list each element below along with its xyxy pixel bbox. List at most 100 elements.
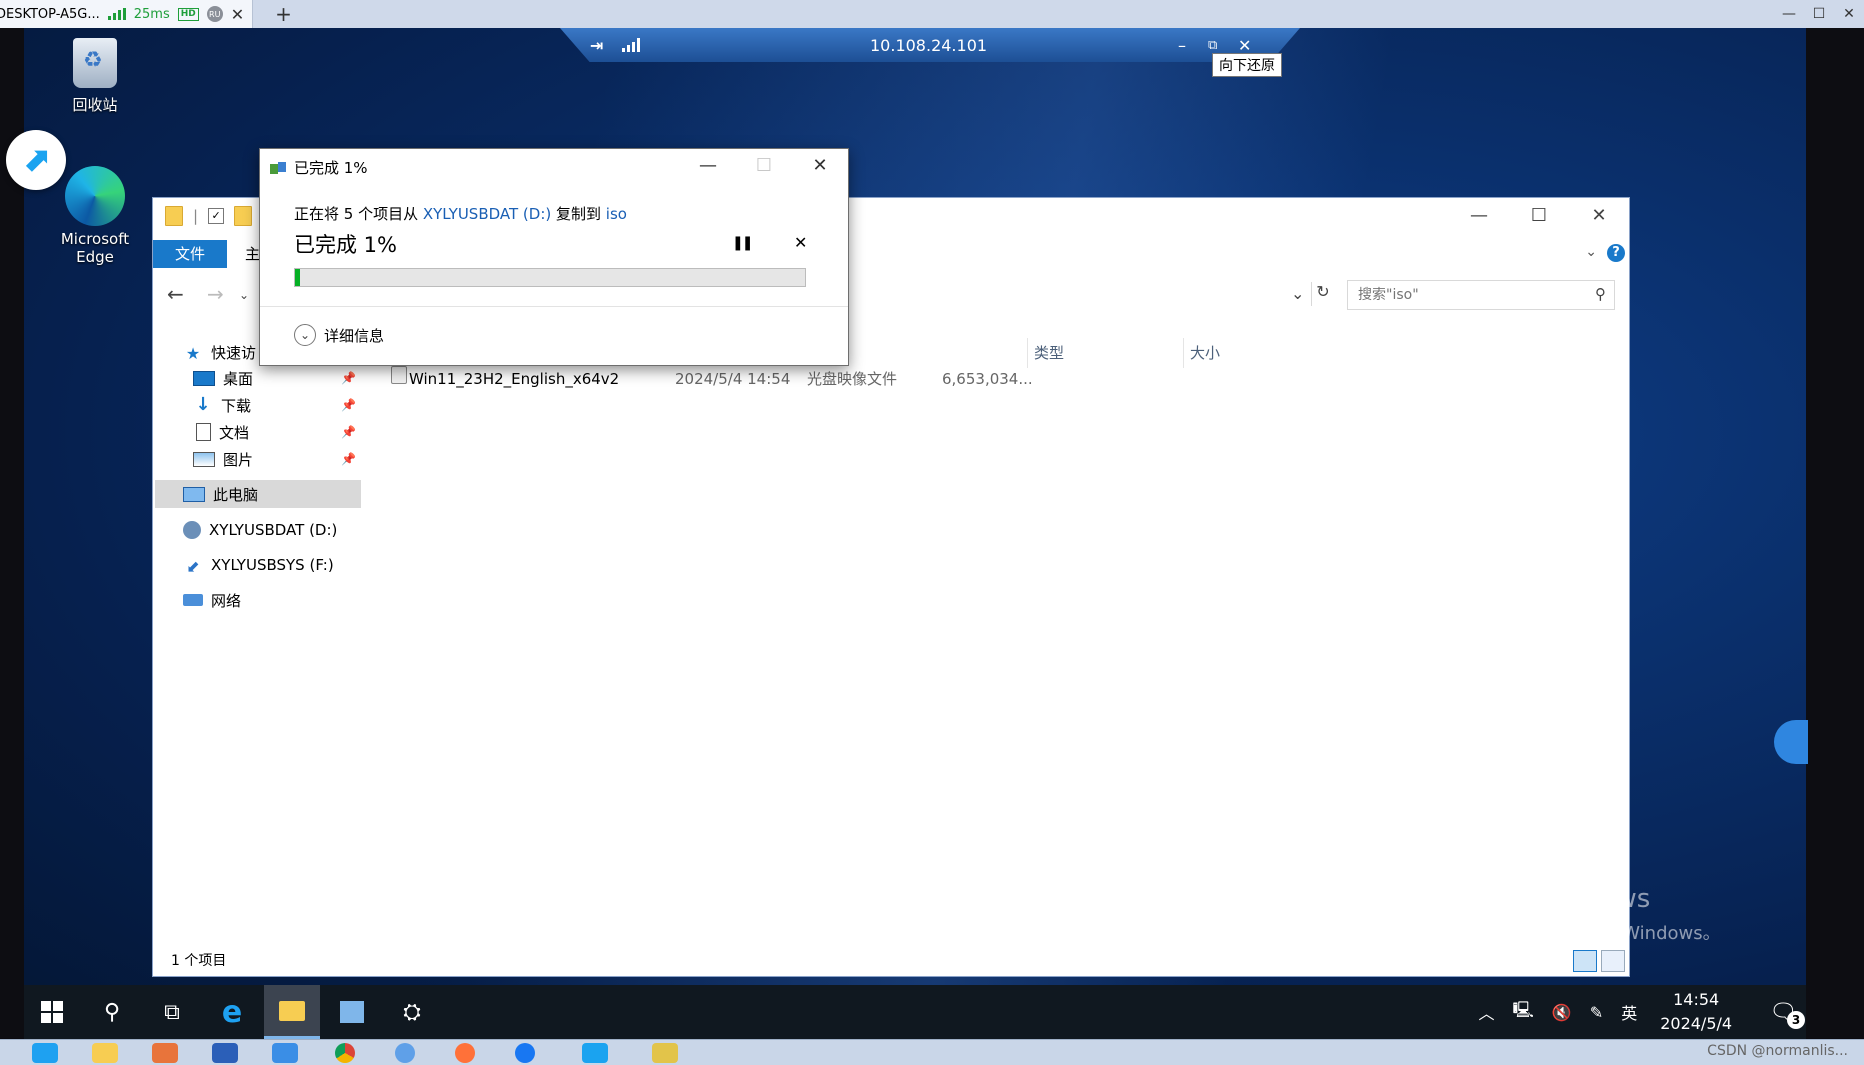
local-app-v-icon[interactable] — [200, 1042, 250, 1064]
pin-icon[interactable]: 📌 — [341, 371, 356, 385]
chevron-down-icon: ⌄ — [294, 324, 316, 346]
document-icon — [196, 423, 211, 441]
notification-center-icon[interactable]: 🗨 3 — [1769, 1000, 1805, 1029]
show-hidden-icons[interactable]: ︿ — [1478, 1000, 1494, 1024]
desktop-icon — [193, 370, 215, 386]
tab-file[interactable]: 文件 — [153, 240, 227, 268]
local-chrome-icon[interactable] — [320, 1042, 370, 1064]
folder-icon — [165, 206, 183, 226]
client-session-tab[interactable]: DESKTOP-A5G... 25ms HD RU ✕ — [0, 0, 254, 28]
cancel-button[interactable]: ✕ — [794, 233, 807, 252]
local-tool-icon[interactable] — [640, 1042, 690, 1064]
server-manager-icon[interactable] — [324, 985, 380, 1039]
explorer-maximize-button[interactable]: ☐ — [1509, 198, 1569, 234]
destination-link[interactable]: iso — [606, 205, 627, 223]
client-maximize-button[interactable]: ☐ — [1804, 0, 1834, 28]
search-icon[interactable]: ⚲ — [1595, 285, 1606, 303]
local-app-icon[interactable] — [380, 1042, 430, 1064]
nav-documents[interactable]: 文档 📌 — [193, 418, 403, 446]
explorer-minimize-button[interactable]: — — [1449, 198, 1509, 234]
task-view-icon[interactable]: ⧉ — [144, 985, 200, 1039]
file-date: 2024/5/4 14:54 — [675, 370, 791, 388]
help-icon[interactable]: ? — [1607, 244, 1625, 262]
file-row[interactable]: Win11_23H2_English_x64v2 2024/5/4 14:54 … — [391, 366, 1191, 392]
nav-label: XYLYUSBDAT (D:) — [209, 521, 338, 539]
dialog-minimize-button[interactable]: — — [680, 149, 736, 183]
local-firefox-icon[interactable] — [440, 1042, 490, 1064]
local-explorer-icon[interactable] — [80, 1042, 130, 1064]
column-type[interactable]: 类型 — [1027, 338, 1184, 368]
copy-progress-dialog[interactable]: 已完成 1% — ☐ ✕ 正在将 5 个项目从 XYLYUSBDAT (D:) … — [259, 148, 849, 366]
nav-drive-f[interactable]: ⬋ XYLYUSBSYS (F:) — [183, 551, 393, 579]
connection-signal-icon[interactable] — [622, 38, 640, 52]
copy-icon — [270, 161, 288, 174]
large-icons-view-button[interactable] — [1601, 950, 1625, 972]
explorer-window-controls: — ☐ ✕ — [1449, 198, 1629, 234]
pin-icon[interactable]: 📌 — [341, 425, 356, 439]
nav-drive-d[interactable]: XYLYUSBDAT (D:) — [183, 516, 393, 544]
rdp-minimize-button[interactable]: – — [1178, 36, 1186, 55]
search-box[interactable]: ⚲ — [1347, 280, 1615, 310]
local-media-icon[interactable] — [140, 1042, 190, 1064]
ime-indicator[interactable]: 英 — [1621, 1000, 1637, 1024]
pause-button[interactable]: ❚❚ — [732, 235, 754, 251]
tab-home[interactable]: 主 — [245, 240, 260, 268]
refresh-icon[interactable]: ↻ — [1311, 282, 1334, 306]
rdp-restore-button[interactable]: ⧉ — [1208, 38, 1217, 53]
remote-ip-label: 10.108.24.101 — [870, 35, 988, 55]
file-explorer-taskbar-icon[interactable] — [264, 985, 320, 1039]
pin-icon[interactable]: 📌 — [341, 452, 356, 466]
new-tab-button[interactable]: + — [275, 2, 292, 26]
nav-pictures[interactable]: 图片 📌 — [193, 445, 403, 473]
progress-bar — [294, 268, 806, 287]
recycle-bin-label: 回收站 — [72, 96, 118, 114]
todesk-floating-icon[interactable]: ⬈ — [6, 130, 66, 190]
clock-time: 14:54 — [1673, 990, 1720, 1009]
local-facebook-icon[interactable] — [500, 1042, 550, 1064]
local-todesk-icon[interactable] — [570, 1042, 620, 1064]
start-button[interactable] — [24, 985, 80, 1039]
client-close-button[interactable]: ✕ — [1834, 0, 1864, 28]
source-link[interactable]: XYLYUSBDAT (D:) — [423, 205, 551, 223]
column-size[interactable]: 大小 — [1183, 338, 1270, 368]
dialog-close-button[interactable]: ✕ — [792, 149, 848, 183]
nav-network[interactable]: 网络 — [183, 586, 393, 614]
explorer-close-button[interactable]: ✕ — [1569, 198, 1629, 234]
edge-shortcut[interactable]: Microsoft Edge — [50, 166, 140, 266]
details-view-button[interactable] — [1573, 950, 1597, 972]
pin-icon[interactable]: ⇥ — [590, 36, 603, 55]
network-status-icon[interactable]: 🖳 — [1513, 999, 1534, 1026]
new-folder-icon[interactable] — [234, 206, 253, 226]
ru-badge[interactable]: RU — [206, 6, 223, 22]
local-ie-icon[interactable] — [20, 1042, 70, 1064]
properties-icon[interactable]: ✓ — [208, 208, 225, 224]
dialog-window-controls: — ☐ ✕ — [680, 149, 848, 183]
more-details-label: 详细信息 — [324, 326, 385, 345]
search-input[interactable] — [1348, 281, 1580, 309]
client-minimize-button[interactable]: — — [1774, 0, 1804, 28]
address-dropdown-icon[interactable]: ⌄ — [1291, 284, 1304, 303]
local-eye-icon[interactable] — [260, 1042, 310, 1064]
pen-icon[interactable]: ✎ — [1590, 1003, 1603, 1022]
internet-explorer-icon[interactable]: e — [204, 985, 260, 1039]
search-taskbar-icon[interactable]: ⚲ — [84, 985, 140, 1039]
hd-badge[interactable]: HD — [177, 7, 199, 21]
pin-icon[interactable]: 📌 — [341, 398, 356, 412]
nav-downloads[interactable]: ↓ 下载 📌 — [193, 391, 403, 419]
nav-this-pc[interactable]: 此电脑 — [155, 480, 361, 508]
close-tab-icon[interactable]: ✕ — [231, 5, 244, 24]
clock[interactable]: 14:54 2024/5/4 — [1660, 988, 1732, 1036]
more-details-toggle[interactable]: ⌄ 详细信息 — [294, 324, 384, 346]
recent-locations-icon[interactable]: ⌄ — [239, 288, 249, 302]
progress-bar-fill — [295, 269, 301, 286]
network-tool-icon[interactable]: ⛭ — [384, 985, 440, 1039]
nav-desktop[interactable]: 桌面 📌 — [193, 364, 403, 392]
star-icon: ★ — [185, 344, 201, 363]
forward-arrow-icon[interactable]: → — [207, 282, 224, 306]
expand-ribbon-icon[interactable]: ⌄ — [1585, 244, 1597, 260]
recycle-bin-shortcut[interactable]: 回收站 — [50, 38, 140, 115]
back-arrow-icon[interactable]: ← — [167, 282, 184, 306]
rdp-close-button[interactable]: ✕ — [1238, 36, 1251, 55]
edge-icon — [65, 166, 125, 226]
volume-muted-icon[interactable]: 🔇 — [1552, 1003, 1572, 1022]
